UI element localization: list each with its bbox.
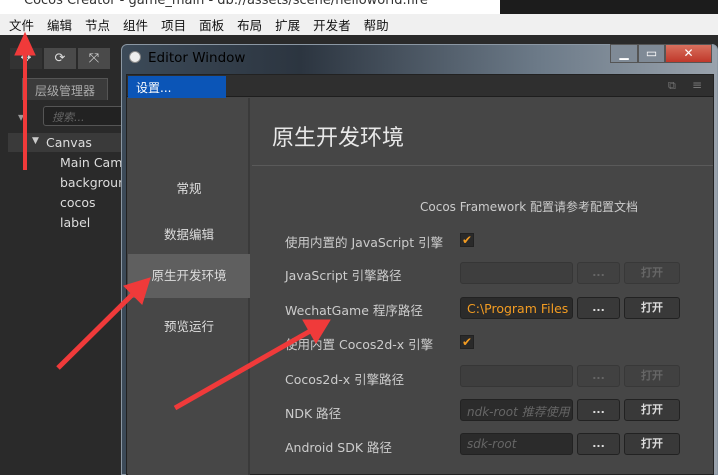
tree-node[interactable]: label [60,215,90,230]
sidebar-item-data-editor[interactable]: 数据编辑 [128,224,250,243]
js-engine-open-button[interactable]: 打开 [624,262,680,284]
menu-icon[interactable]: ≡ [692,78,702,92]
sidebar-item-general[interactable]: 常规 [128,178,250,197]
android-sdk-path-input[interactable]: sdk-root [460,433,573,455]
ndk-path-label: NDK 路径 [285,406,342,421]
hierarchy-search-input[interactable]: 搜索... [43,106,133,126]
editor-window-title: Editor Window [148,50,246,66]
android-sdk-browse-button[interactable]: ... [577,433,620,455]
popout-icon[interactable]: ⧉ [668,79,676,93]
wechatgame-open-button[interactable]: 打开 [624,297,680,319]
settings-sidebar: 常规 数据编辑 原生开发环境 预览运行 [128,98,250,475]
menu-developer[interactable]: 开发者 [313,15,351,34]
wechatgame-path-label: WechatGame 程序路径 [285,303,423,318]
cocos2dx-open-button[interactable]: 打开 [624,365,680,387]
maximize-button[interactable]: ▭ [638,44,665,63]
use-builtin-cocos2dx-label: 使用内置 Cocos2d-x 引擎 [285,337,434,352]
add-node-icon[interactable]: ▾ [18,110,24,124]
wechatgame-browse-button[interactable]: ... [577,297,620,319]
app-title: Cocos Creator - game_main - db://assets/… [24,0,428,8]
cocos2dx-path-label: Cocos2d-x 引擎路径 [285,372,405,387]
menu-bar: 文件 编辑 节点 组件 项目 面板 布局 扩展 开发者 帮助 [0,14,718,35]
use-builtin-js-label: 使用内置的 JavaScript 引擎 [285,235,444,250]
move-tool-button[interactable]: ✥ [10,48,42,69]
refresh-icon[interactable]: ⟳ [44,48,76,69]
fullscreen-icon[interactable]: ⤧ [78,48,110,69]
cocos2dx-browse-button[interactable]: ... [577,365,620,387]
android-sdk-open-button[interactable]: 打开 [624,433,680,455]
menu-component[interactable]: 组件 [123,15,148,34]
app-title-bar: Cocos Creator - game_main - db://assets/… [0,0,718,14]
ndk-browse-button[interactable]: ... [577,399,620,421]
divider [252,165,713,166]
framework-doc-link[interactable]: Cocos Framework 配置请参考配置文档 [420,198,638,215]
tree-node-canvas[interactable]: Canvas [46,135,92,150]
menu-panel[interactable]: 面板 [199,15,224,34]
menu-project[interactable]: 项目 [161,15,186,34]
use-builtin-js-checkbox[interactable]: ✔ [460,233,474,247]
tab-settings[interactable]: 设置... [128,76,226,98]
ndk-path-input[interactable]: ndk-root 推荐使用 [460,399,573,421]
use-builtin-cocos2dx-checkbox[interactable]: ✔ [460,335,474,349]
tab-hierarchy[interactable]: 层级管理器 [22,78,108,100]
menu-help[interactable]: 帮助 [364,15,389,34]
js-engine-path-label: JavaScript 引擎路径 [285,268,402,283]
android-sdk-path-label: Android SDK 路径 [285,440,393,455]
js-engine-path-input[interactable] [460,262,573,284]
minimize-button[interactable]: ▁ [610,44,638,63]
menu-layout[interactable]: 布局 [237,15,262,34]
js-engine-browse-button[interactable]: ... [577,262,620,284]
menu-edit[interactable]: 编辑 [47,15,72,34]
cocos2dx-path-input[interactable] [460,365,573,387]
close-button[interactable]: ✕ [665,44,712,63]
menu-file[interactable]: 文件 [9,15,34,34]
expand-triangle-icon[interactable]: ▼ [32,136,39,146]
ndk-open-button[interactable]: 打开 [624,399,680,421]
page-title: 原生开发环境 [272,126,405,151]
menu-node[interactable]: 节点 [85,15,110,34]
cocos-logo-icon [129,51,141,63]
sidebar-item-native-env[interactable]: 原生开发环境 [128,254,250,298]
tree-node[interactable]: cocos [60,195,96,210]
menu-extension[interactable]: 扩展 [275,15,300,34]
sidebar-item-preview[interactable]: 预览运行 [128,316,250,335]
wechatgame-path-input[interactable]: C:\Program Files (x86) [460,297,573,319]
